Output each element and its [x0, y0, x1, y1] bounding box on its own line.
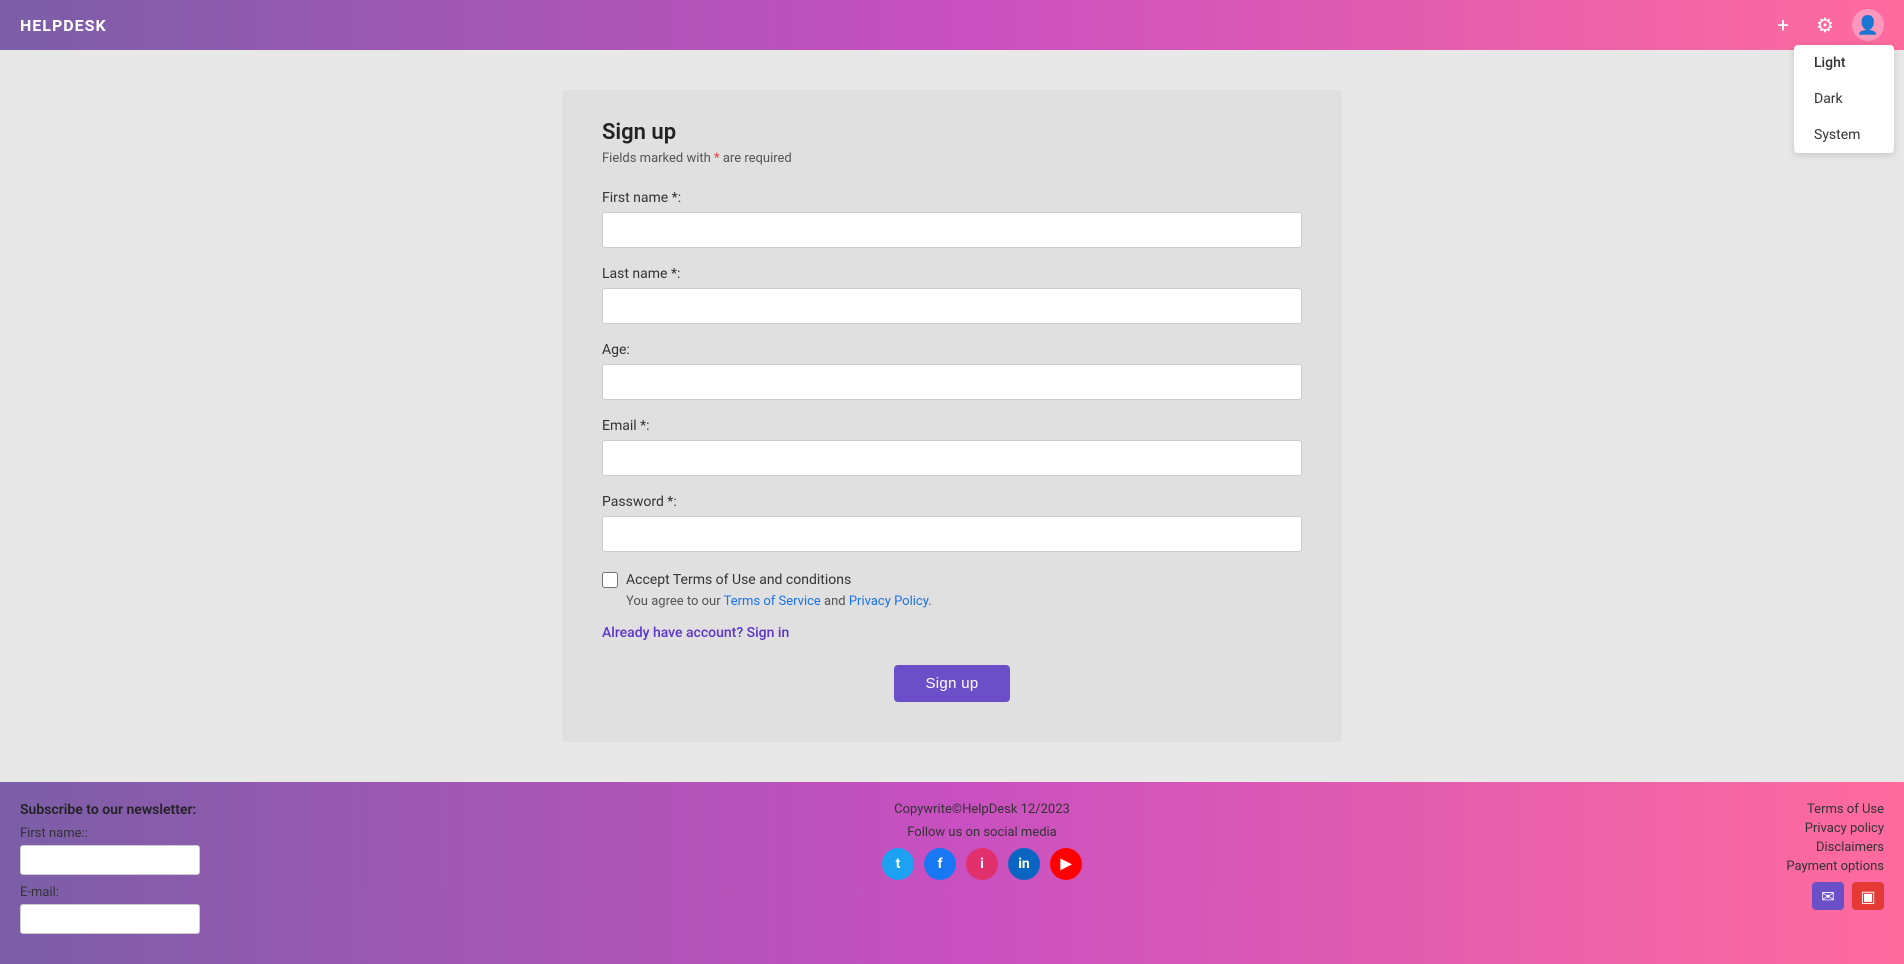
- email-input[interactable]: [602, 440, 1302, 476]
- footer-firstname-label: First name::: [20, 826, 240, 841]
- avatar[interactable]: 👤: [1852, 9, 1884, 41]
- theme-option-system[interactable]: System: [1794, 117, 1894, 153]
- footer-icon-red[interactable]: ▣: [1852, 882, 1884, 910]
- age-group: Age:: [602, 342, 1302, 400]
- terms-checkbox-area: Accept Terms of Use and conditions You a…: [602, 572, 1302, 609]
- agreement-and: and: [821, 594, 849, 609]
- footer-newsletter: Subscribe to our newsletter: First name:…: [20, 802, 240, 944]
- password-group: Password *:: [602, 494, 1302, 552]
- footer-links: Terms of Use Privacy policy Disclaimers …: [1724, 802, 1884, 910]
- youtube-icon[interactable]: ▶: [1050, 848, 1082, 880]
- theme-option-light[interactable]: Light: [1794, 45, 1894, 81]
- footer-payment-link[interactable]: Payment options: [1724, 859, 1884, 874]
- main-content: Sign up Fields marked with * are require…: [0, 50, 1904, 782]
- first-name-label: First name *:: [602, 190, 1302, 206]
- terms-of-service-link[interactable]: Terms of Service: [724, 594, 821, 609]
- form-subtitle: Fields marked with * are required: [602, 151, 1302, 166]
- first-name-group: First name *:: [602, 190, 1302, 248]
- footer-bottom-icons: ✉ ▣: [1724, 882, 1884, 910]
- email-label: Email *:: [602, 418, 1302, 434]
- email-group: Email *:: [602, 418, 1302, 476]
- add-icon[interactable]: +: [1768, 10, 1798, 40]
- social-icons: t f i in ▶: [240, 848, 1724, 880]
- terms-checkbox-label[interactable]: Accept Terms of Use and conditions: [626, 572, 851, 588]
- password-label: Password *:: [602, 494, 1302, 510]
- footer-terms-link[interactable]: Terms of Use: [1724, 802, 1884, 817]
- subtitle-suffix: are required: [720, 151, 792, 166]
- footer-copyright: Copywrite©HelpDesk 12/2023: [240, 802, 1724, 817]
- last-name-input[interactable]: [602, 288, 1302, 324]
- footer-email-label: E-mail:: [20, 885, 240, 900]
- first-name-input[interactable]: [602, 212, 1302, 248]
- last-name-group: Last name *:: [602, 266, 1302, 324]
- footer-firstname-input[interactable]: [20, 845, 200, 875]
- signup-form-card: Sign up Fields marked with * are require…: [562, 90, 1342, 742]
- app-logo: HELPDESK: [20, 16, 107, 35]
- checkbox-row: Accept Terms of Use and conditions: [602, 572, 1302, 588]
- footer-disclaimers-link[interactable]: Disclaimers: [1724, 840, 1884, 855]
- theme-dropdown: Light Dark System: [1794, 45, 1894, 153]
- settings-icon[interactable]: ⚙: [1810, 10, 1840, 40]
- password-input[interactable]: [602, 516, 1302, 552]
- terms-checkbox[interactable]: [602, 572, 618, 588]
- twitter-icon[interactable]: t: [882, 848, 914, 880]
- footer-social-title: Follow us on social media: [240, 825, 1724, 840]
- last-name-label: Last name *:: [602, 266, 1302, 282]
- footer: Subscribe to our newsletter: First name:…: [0, 782, 1904, 964]
- newsletter-title: Subscribe to our newsletter:: [20, 802, 240, 818]
- footer-email-input[interactable]: [20, 904, 200, 934]
- footer-privacy-link[interactable]: Privacy policy: [1724, 821, 1884, 836]
- form-title: Sign up: [602, 120, 1302, 145]
- signup-btn-wrapper: Sign up: [602, 665, 1302, 702]
- agreement-suffix: .: [928, 594, 931, 609]
- facebook-icon[interactable]: f: [924, 848, 956, 880]
- instagram-icon[interactable]: i: [966, 848, 998, 880]
- age-label: Age:: [602, 342, 1302, 358]
- agreement-prefix: You agree to our: [626, 594, 724, 609]
- signup-button[interactable]: Sign up: [894, 665, 1011, 702]
- header: HELPDESK + ⚙ 👤 Light Dark System: [0, 0, 1904, 50]
- age-input[interactable]: [602, 364, 1302, 400]
- header-actions: + ⚙ 👤: [1768, 9, 1884, 41]
- linkedin-icon[interactable]: in: [1008, 848, 1040, 880]
- footer-center: Copywrite©HelpDesk 12/2023 Follow us on …: [240, 802, 1724, 880]
- subtitle-prefix: Fields marked with: [602, 151, 714, 166]
- footer-icon-purple[interactable]: ✉: [1812, 882, 1844, 910]
- agreement-text: You agree to our Terms of Service and Pr…: [626, 594, 1302, 609]
- privacy-policy-link[interactable]: Privacy Policy: [849, 594, 928, 609]
- theme-option-dark[interactable]: Dark: [1794, 81, 1894, 117]
- signin-link[interactable]: Already have account? Sign in: [602, 625, 1302, 641]
